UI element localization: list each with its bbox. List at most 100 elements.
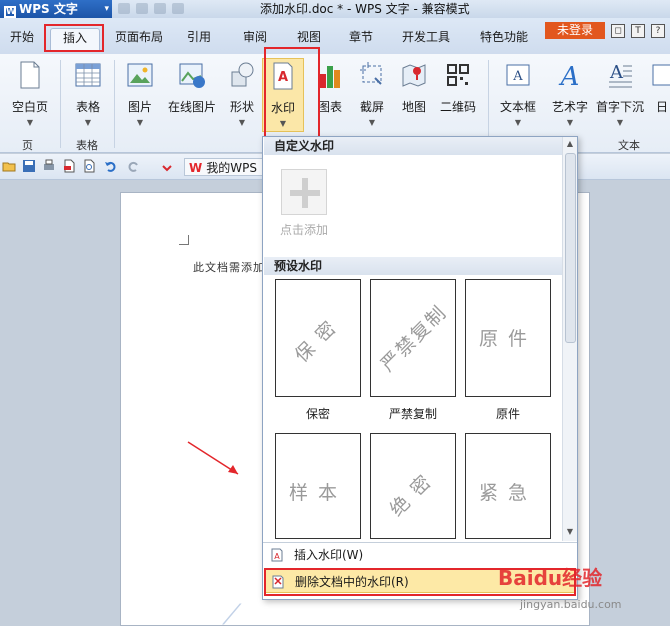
wps-brand-icon: W bbox=[189, 161, 203, 175]
chevron-down-icon: ▼ bbox=[26, 118, 34, 127]
preset-watermark-tile[interactable]: 样本 bbox=[275, 433, 361, 539]
preset-watermark-text: 样本 bbox=[288, 482, 347, 504]
tab-special-features[interactable]: 特色功能 bbox=[474, 28, 534, 50]
remove-watermark-label: 删除文档中的水印(R) bbox=[295, 575, 409, 589]
restore-icon[interactable]: ◻ bbox=[611, 24, 625, 38]
chevron-down-icon: ▼ bbox=[136, 118, 144, 127]
add-custom-watermark-tile[interactable]: 点击添加 bbox=[277, 169, 331, 241]
open-folder-icon[interactable] bbox=[2, 159, 16, 173]
chevron-down-icon: ▼ bbox=[368, 118, 376, 127]
toolbar-icon[interactable] bbox=[172, 3, 184, 14]
screenshot-label: 截屏 bbox=[359, 100, 384, 114]
preset-watermark-tile[interactable]: 原件 bbox=[465, 279, 551, 397]
toolbar-icon[interactable] bbox=[154, 3, 166, 14]
drop-cap-button[interactable]: A 首字下沉 ▼ bbox=[596, 58, 644, 132]
baidu-jingyan-url: jingyan.baidu.com bbox=[520, 598, 622, 611]
table-icon bbox=[75, 63, 101, 87]
online-picture-icon bbox=[179, 63, 205, 88]
tab-home[interactable]: 开始 bbox=[6, 28, 38, 50]
toolbar-icon[interactable] bbox=[136, 3, 148, 14]
print-icon[interactable] bbox=[42, 159, 56, 173]
ribbon-tab-row: 开始 插入 页面布局 引用 审阅 视图 章节 开发工具 特色功能 未登录 ◻ T… bbox=[0, 18, 670, 54]
preset-watermark-tile[interactable]: 紧急 bbox=[465, 433, 551, 539]
undo-icon[interactable] bbox=[104, 159, 118, 173]
qr-code-label: 二维码 bbox=[439, 100, 476, 114]
tab-insert[interactable]: 插入 bbox=[50, 28, 100, 50]
chart-icon bbox=[320, 66, 340, 88]
tab-developer[interactable]: 开发工具 bbox=[396, 28, 456, 50]
date-button[interactable]: 日 bbox=[648, 58, 670, 132]
customize-toolbar-icon[interactable] bbox=[160, 159, 174, 173]
watermark-dropdown-panel: 自定义水印 点击添加 预设水印 保密 严禁复制 原件 保密 严禁复制 原件 样本… bbox=[262, 136, 578, 600]
tab-references[interactable]: 引用 bbox=[182, 28, 216, 50]
word-art-label: 艺术字 bbox=[551, 100, 588, 114]
preset-watermark-tile[interactable]: 严禁复制 bbox=[370, 279, 456, 397]
plus-icon bbox=[281, 169, 327, 215]
my-wps-label: 我的WPS bbox=[206, 161, 257, 175]
shapes-label: 形状 bbox=[229, 100, 254, 114]
preset-watermark-text: 绝密 bbox=[385, 464, 443, 521]
table-label: 表格 bbox=[75, 100, 100, 114]
document-body-text: 此文档需添加 bbox=[193, 261, 265, 274]
chevron-down-icon: ▼ bbox=[238, 118, 246, 127]
login-button[interactable]: 未登录 bbox=[545, 22, 605, 39]
svg-text:A: A bbox=[609, 62, 624, 83]
preset-watermark-text: 保密 bbox=[290, 310, 348, 367]
page-watermark-fragment: ⟋ bbox=[222, 598, 242, 626]
word-art-button[interactable]: A 艺术字 ▼ bbox=[546, 58, 594, 132]
scroll-down-icon[interactable]: ▼ bbox=[565, 527, 575, 537]
group-label-text: 文本 bbox=[618, 139, 640, 152]
my-wps-button[interactable]: W 我的WPS bbox=[184, 158, 264, 176]
preset-watermark-label: 原件 bbox=[495, 407, 520, 421]
drop-cap-icon: A bbox=[609, 62, 632, 88]
title-quick-icons bbox=[118, 3, 258, 15]
table-button[interactable]: 表格 ▼ bbox=[64, 58, 112, 132]
tab-section[interactable]: 章节 bbox=[344, 28, 378, 50]
custom-watermark-header: 自定义水印 bbox=[264, 137, 562, 155]
panel-scrollbar[interactable]: ▲ ▼ bbox=[562, 137, 577, 541]
picture-button[interactable]: 图片 ▼ bbox=[116, 58, 164, 132]
text-box-label: 文本框 bbox=[499, 100, 536, 114]
save-icon[interactable] bbox=[22, 159, 36, 173]
online-picture-button[interactable]: 在线图片 bbox=[164, 58, 220, 132]
qr-code-button[interactable]: 二维码 bbox=[434, 58, 482, 132]
export-pdf-icon[interactable] bbox=[62, 159, 76, 173]
tab-view[interactable]: 视图 bbox=[292, 28, 326, 50]
print-preview-icon[interactable] bbox=[82, 159, 96, 173]
shapes-button[interactable]: 形状 ▼ bbox=[218, 58, 266, 132]
chart-button[interactable]: 图表 bbox=[306, 58, 354, 132]
remove-watermark-icon bbox=[272, 575, 284, 589]
chevron-down-icon: ▼ bbox=[616, 118, 624, 127]
app-menu-button[interactable]: W WPS 文字 ▾ bbox=[0, 0, 112, 18]
scrollbar-thumb[interactable] bbox=[565, 153, 576, 343]
text-box-button[interactable]: A 文本框 ▼ bbox=[494, 58, 542, 132]
toolbar-icon[interactable] bbox=[118, 3, 130, 14]
screenshot-button[interactable]: 截屏 ▼ bbox=[348, 58, 396, 132]
help-icon[interactable]: ? bbox=[651, 24, 665, 38]
watermark-button[interactable]: A 水印 ▼ bbox=[262, 58, 304, 132]
svg-text:A: A bbox=[512, 69, 523, 84]
chevron-down-icon: ▼ bbox=[279, 119, 287, 128]
insert-watermark-label: 插入水印(W) bbox=[294, 548, 364, 562]
wps-logo-icon: W bbox=[4, 6, 16, 18]
scroll-up-icon[interactable]: ▲ bbox=[565, 139, 575, 149]
preset-watermark-tile[interactable]: 保密 bbox=[275, 279, 361, 397]
preset-watermark-tile[interactable]: 绝密 bbox=[370, 433, 456, 539]
blank-page-button[interactable]: 空白页 ▼ bbox=[6, 58, 54, 132]
preset-watermark-label: 严禁复制 bbox=[388, 407, 437, 421]
preset-watermark-header: 预设水印 bbox=[264, 257, 562, 275]
map-label: 地图 bbox=[401, 100, 426, 114]
picture-label: 图片 bbox=[127, 100, 152, 114]
map-button[interactable]: 地图 bbox=[390, 58, 438, 132]
redo-icon[interactable] bbox=[126, 159, 140, 173]
watermark-icon: A bbox=[273, 62, 293, 90]
online-picture-label: 在线图片 bbox=[167, 100, 216, 114]
skin-icon[interactable]: T bbox=[631, 24, 645, 38]
chart-label: 图表 bbox=[317, 100, 342, 114]
blank-page-icon bbox=[20, 61, 40, 89]
tab-page-layout[interactable]: 页面布局 bbox=[112, 28, 166, 50]
ribbon-separator bbox=[488, 60, 489, 148]
screenshot-icon bbox=[360, 62, 382, 85]
tab-review[interactable]: 审阅 bbox=[238, 28, 272, 50]
map-icon bbox=[402, 64, 426, 87]
